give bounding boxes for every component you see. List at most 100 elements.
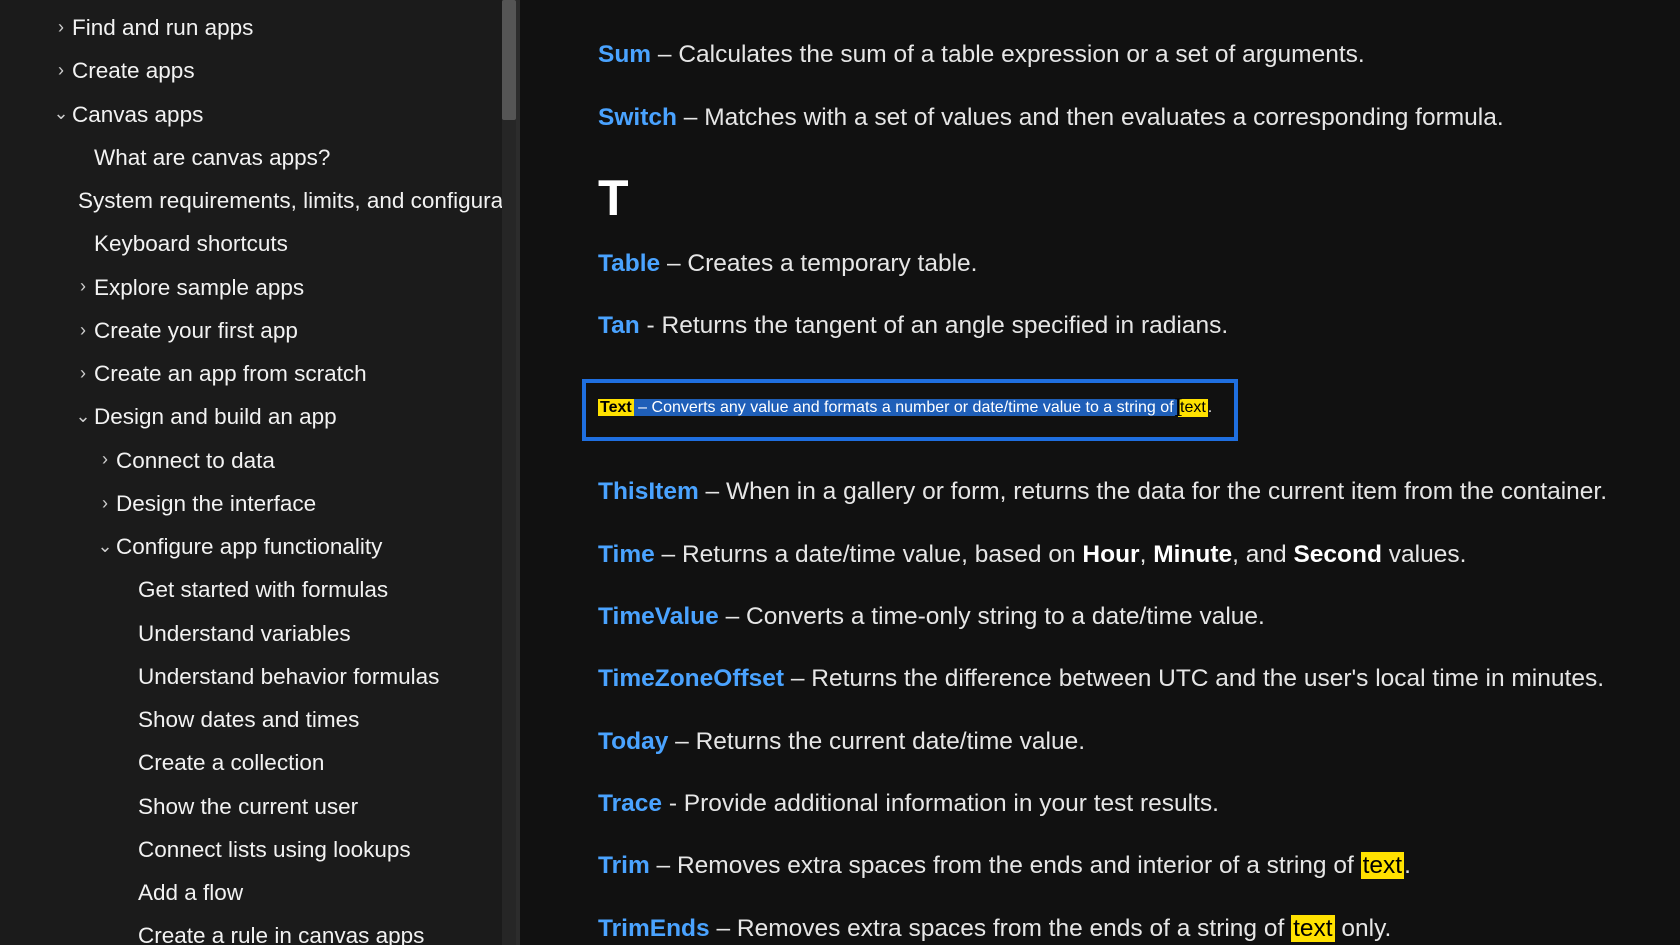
desc-text-tail: . [1208,399,1212,416]
desc-table: – Creates a temporary table. [660,250,977,277]
nav-item-label: System requirements, limits, and configu… [78,186,520,215]
desc-tan: - Returns the tangent of an angle specif… [640,312,1228,339]
desc-timezoneoffset: – Returns the difference between UTC and… [784,665,1604,692]
nav-item-label: Show dates and times [138,705,359,734]
link-trace[interactable]: Trace [598,790,662,817]
func-trimends: TrimEnds – Removes extra spaces from the… [598,912,1620,945]
nav-item-create-a-rule-in-canvas-apps[interactable]: ›Create a rule in canvas apps [0,914,516,945]
nav-item-show-the-current-user[interactable]: ›Show the current user [0,785,516,828]
chevron-right-icon: › [94,492,116,515]
func-timevalue: TimeValue – Converts a time-only string … [598,600,1620,634]
desc-today: – Returns the current date/time value. [668,728,1085,755]
highlight-text: text [1291,915,1335,942]
nav-item-keyboard-shortcuts[interactable]: ›Keyboard shortcuts [0,222,516,265]
section-heading-t: T [598,169,1620,227]
nav-item-label: Create your first app [94,316,298,345]
desc-sum: – Calculates the sum of a table expressi… [651,41,1365,68]
nav-item-label: Create a collection [138,748,324,777]
sidebar-scroll-thumb[interactable] [502,0,516,120]
nav-item-connect-to-data[interactable]: ›Connect to data [0,439,516,482]
nav-item-label: Keyboard shortcuts [94,229,288,258]
desc-trace: - Provide additional information in your… [662,790,1219,817]
link-timezoneoffset[interactable]: TimeZoneOffset [598,665,784,692]
nav-item-label: Configure app functionality [116,532,382,561]
link-switch[interactable]: Switch [598,104,677,131]
nav-item-understand-behavior-formulas[interactable]: ›Understand behavior formulas [0,655,516,698]
sidebar-scroll-track[interactable] [502,0,516,945]
link-submitform[interactable]: SubmitForm [598,0,742,6]
link-thisitem[interactable]: ThisItem [598,478,699,505]
nav-item-design-and-build-an-app[interactable]: ⌄Design and build an app [0,395,516,438]
nav-item-label: Connect lists using lookups [138,835,411,864]
func-today: Today – Returns the current date/time va… [598,725,1620,759]
chevron-right-icon: › [94,448,116,471]
nav-item-label: Understand variables [138,619,351,648]
link-trim[interactable]: Trim [598,852,650,879]
nav-item-label: Design the interface [116,489,316,518]
nav-item-label: Create an app from scratch [94,359,367,388]
func-time: Time – Returns a date/time value, based … [598,538,1620,572]
link-time[interactable]: Time [598,541,655,568]
link-text[interactable]: Text [598,399,634,416]
nav-item-understand-variables[interactable]: ›Understand variables [0,612,516,655]
link-tan[interactable]: Tan [598,312,640,339]
desc-switch: – Matches with a set of values and then … [677,104,1504,131]
sidebar-nav: ›Find and run apps›Create apps⌄Canvas ap… [0,0,520,945]
nav-item-create-apps[interactable]: ›Create apps [0,49,516,92]
nav-item-label: Add a flow [138,878,243,907]
nav-item-create-your-first-app[interactable]: ›Create your first app [0,309,516,352]
nav-item-label: Explore sample apps [94,273,304,302]
chevron-right-icon: › [50,16,72,39]
link-timevalue[interactable]: TimeValue [598,603,719,630]
func-table: Table – Creates a temporary table. [598,247,1620,281]
nav-item-what-are-canvas-apps[interactable]: ›What are canvas apps? [0,136,516,179]
desc-trimends: – Removes extra spaces from the ends of … [710,915,1392,942]
desc-trim: – Removes extra spaces from the ends and… [650,852,1411,879]
desc-timevalue: – Converts a time-only string to a date/… [719,603,1265,630]
nav-item-label: Create apps [72,56,195,85]
func-trace: Trace - Provide additional information i… [598,787,1620,821]
desc-thisitem: – When in a gallery or form, returns the… [699,478,1607,505]
link-trimends[interactable]: TrimEnds [598,915,710,942]
chevron-right-icon: › [72,275,94,298]
nav-item-connect-lists-using-lookups[interactable]: ›Connect lists using lookups [0,828,516,871]
nav-item-configure-app-functionality[interactable]: ⌄Configure app functionality [0,525,516,568]
nav-item-show-dates-and-times[interactable]: ›Show dates and times [0,698,516,741]
nav-item-find-and-run-apps[interactable]: ›Find and run apps [0,6,516,49]
nav-item-label: Create a rule in canvas apps [138,921,424,945]
link-sum[interactable]: Sum [598,41,651,68]
nav-item-label: Canvas apps [72,100,203,129]
nav-item-label: Show the current user [138,792,358,821]
chevron-right-icon: › [50,59,72,82]
nav-item-explore-sample-apps[interactable]: ›Explore sample apps [0,266,516,309]
nav-item-label: What are canvas apps? [94,143,330,172]
nav-item-create-an-app-from-scratch[interactable]: ›Create an app from scratch [0,352,516,395]
chevron-down-icon: ⌄ [72,405,94,428]
nav-item-label: Find and run apps [72,13,253,42]
func-timezoneoffset: TimeZoneOffset – Returns the difference … [598,662,1620,696]
func-text-selected: Text – Converts any value and formats a … [582,379,1238,441]
selection-text: – Converts any value and formats a numbe… [634,399,1208,416]
nav-item-design-the-interface[interactable]: ›Design the interface [0,482,516,525]
desc-submitform: – Saves the item in a form control to th… [742,0,1324,6]
doc-content: SubmitForm – Saves the item in a form co… [520,0,1680,945]
nav-item-get-started-with-formulas[interactable]: ›Get started with formulas [0,568,516,611]
nav-item-canvas-apps[interactable]: ⌄Canvas apps [0,93,516,136]
nav-item-label: Design and build an app [94,402,337,431]
nav-item-create-a-collection[interactable]: ›Create a collection [0,741,516,784]
func-submitform: SubmitForm – Saves the item in a form co… [598,0,1620,10]
func-sum: Sum – Calculates the sum of a table expr… [598,38,1620,72]
nav-item-add-a-flow[interactable]: ›Add a flow [0,871,516,914]
nav-item-label: Get started with formulas [138,575,388,604]
func-thisitem: ThisItem – When in a gallery or form, re… [598,475,1620,509]
highlight-text: text [1361,852,1405,879]
desc-time: – Returns a date/time value, based on Ho… [655,541,1467,568]
func-tan: Tan - Returns the tangent of an angle sp… [598,309,1620,343]
nav-item-system-requirements-limits-and-configuration[interactable]: ›System requirements, limits, and config… [0,179,516,222]
func-switch: Switch – Matches with a set of values an… [598,101,1620,135]
link-today[interactable]: Today [598,728,668,755]
chevron-down-icon: ⌄ [50,102,72,125]
link-table[interactable]: Table [598,250,660,277]
nav-item-label: Connect to data [116,446,275,475]
func-trim: Trim – Removes extra spaces from the end… [598,849,1620,883]
